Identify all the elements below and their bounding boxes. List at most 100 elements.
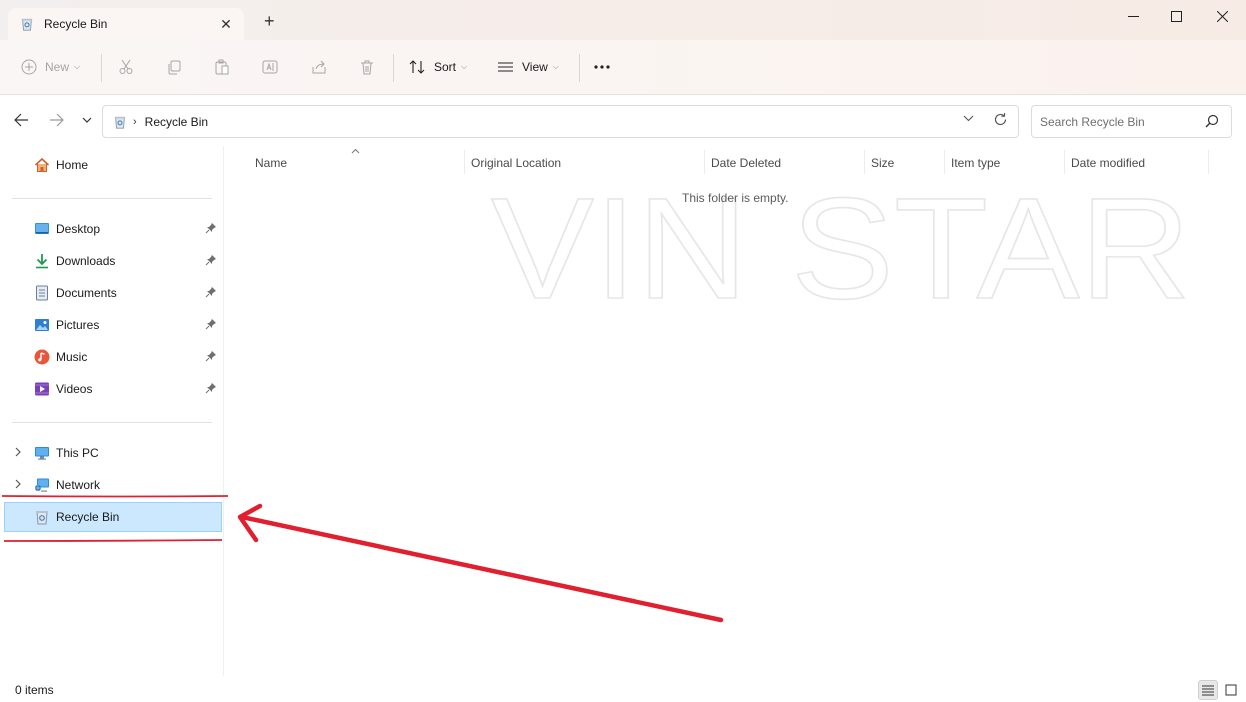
search-input[interactable] <box>1040 114 1200 129</box>
view-label: View <box>522 60 548 74</box>
breadcrumb[interactable]: Recycle Bin <box>145 115 208 129</box>
sidebar-item-home[interactable]: Home <box>4 150 222 180</box>
videos-icon <box>35 382 49 396</box>
more-options-button[interactable] <box>593 56 611 78</box>
column-header-date-modified[interactable]: Date modified <box>1071 150 1145 176</box>
tab-title: Recycle Bin <box>44 17 108 31</box>
search-icon[interactable] <box>1205 114 1219 128</box>
recycle-bin-icon <box>21 18 33 31</box>
copy-button[interactable] <box>166 56 182 78</box>
view-button[interactable]: View ⌵ <box>497 56 559 78</box>
forward-icon[interactable] <box>49 113 64 130</box>
pictures-icon <box>35 319 49 331</box>
recycle-bin-icon <box>36 511 48 525</box>
column-divider[interactable] <box>1208 150 1209 174</box>
column-header-item-type[interactable]: Item type <box>951 150 1000 176</box>
paste-button[interactable] <box>214 56 230 78</box>
close-tab-icon[interactable]: ✕ <box>218 16 234 33</box>
new-button[interactable]: New ⌵ <box>21 56 80 78</box>
column-divider[interactable] <box>704 150 705 174</box>
cut-icon <box>119 59 133 74</box>
sidebar-divider <box>12 422 212 423</box>
new-tab-icon[interactable]: + <box>264 12 275 30</box>
sidebar-item-desktop[interactable]: Desktop <box>4 214 222 244</box>
large-icons-view-button[interactable] <box>1221 680 1241 700</box>
toolbar-divider <box>579 54 580 82</box>
sidebar-item-this-pc[interactable]: This PC <box>4 438 222 468</box>
sidebar-item-label: Downloads <box>56 254 116 268</box>
music-icon <box>34 349 50 365</box>
column-header-size[interactable]: Size <box>871 150 894 176</box>
sidebar-item-documents[interactable]: Documents <box>4 278 222 308</box>
empty-folder-message: This folder is empty. <box>682 191 789 205</box>
chevron-right-icon[interactable] <box>14 479 22 492</box>
column-divider[interactable] <box>1064 150 1065 174</box>
toolbar-divider <box>393 54 394 82</box>
chevron-down-icon[interactable] <box>963 114 974 125</box>
column-header-date-deleted[interactable]: Date Deleted <box>711 150 781 176</box>
sidebar-item-label: Videos <box>56 382 93 396</box>
close-icon[interactable] <box>1199 0 1245 32</box>
recent-locations-icon[interactable] <box>81 113 93 130</box>
annotation-arrow <box>239 514 724 623</box>
sidebar-item-label: Home <box>56 158 89 172</box>
share-button[interactable] <box>311 56 327 78</box>
refresh-icon[interactable] <box>993 112 1008 131</box>
rename-button[interactable] <box>262 56 278 78</box>
sidebar-item-network[interactable]: Network <box>4 470 222 500</box>
view-icon <box>498 62 513 72</box>
new-label: New <box>45 60 70 74</box>
documents-icon <box>36 285 48 301</box>
toolbar-divider <box>101 54 102 82</box>
pin-icon[interactable] <box>205 254 217 266</box>
pin-icon[interactable] <box>205 222 217 234</box>
back-icon[interactable] <box>14 113 29 130</box>
watermark: VIN STAR <box>490 176 1192 306</box>
sort-label: Sort <box>434 60 457 74</box>
network-icon <box>35 478 49 492</box>
sidebar-item-label: Desktop <box>56 222 101 236</box>
sort-button[interactable]: Sort ⌵ <box>409 56 467 78</box>
details-view-icon <box>1202 685 1214 696</box>
column-divider[interactable] <box>464 150 465 174</box>
column-header-name[interactable]: Name <box>255 150 287 176</box>
column-divider[interactable] <box>864 150 865 174</box>
column-header-original-location[interactable]: Original Location <box>471 150 561 176</box>
sidebar-item-label: Recycle Bin <box>56 510 120 524</box>
desktop-icon <box>35 223 49 234</box>
sidebar-item-label: Music <box>56 350 88 364</box>
sidebar-item-recycle-bin[interactable]: Recycle Bin <box>4 502 222 532</box>
annotation-arrowhead <box>237 503 263 543</box>
recycle-bin-icon <box>114 116 126 129</box>
sidebar-item-videos[interactable]: Videos <box>4 374 222 404</box>
sidebar-item-music[interactable]: Music <box>4 342 222 372</box>
delete-button[interactable] <box>359 56 375 78</box>
sidebar-item-label: Network <box>56 478 101 492</box>
column-divider[interactable] <box>944 150 945 174</box>
maximize-icon[interactable] <box>1153 0 1199 32</box>
minimize-icon[interactable] <box>1110 0 1156 32</box>
chevron-right-icon[interactable] <box>14 447 22 460</box>
copy-icon <box>168 60 181 75</box>
pin-icon[interactable] <box>205 350 217 362</box>
address-bar[interactable]: › Recycle Bin <box>102 105 1019 138</box>
sidebar-item-downloads[interactable]: Downloads <box>4 246 222 276</box>
tab-recycle-bin[interactable]: Recycle Bin ✕ <box>8 8 244 40</box>
sidebar-item-label: Pictures <box>56 318 100 332</box>
pin-icon[interactable] <box>205 286 217 298</box>
chevron-down-icon: ⌵ <box>461 62 468 71</box>
cut-button[interactable] <box>118 56 134 78</box>
pin-icon[interactable] <box>205 318 217 330</box>
rename-icon <box>262 60 278 74</box>
sort-ascending-icon <box>351 146 360 157</box>
sidebar-divider <box>12 198 212 199</box>
search-box[interactable] <box>1031 105 1232 138</box>
tiles-view-icon <box>1225 684 1237 696</box>
item-count: 0 items <box>15 683 54 697</box>
details-view-button[interactable] <box>1198 680 1218 700</box>
sidebar-item-pictures[interactable]: Pictures <box>4 310 222 340</box>
sidebar-item-label: Documents <box>56 286 117 300</box>
pin-icon[interactable] <box>205 382 217 394</box>
home-icon <box>34 157 50 172</box>
title-bar: Recycle Bin ✕ + <box>0 0 1246 40</box>
